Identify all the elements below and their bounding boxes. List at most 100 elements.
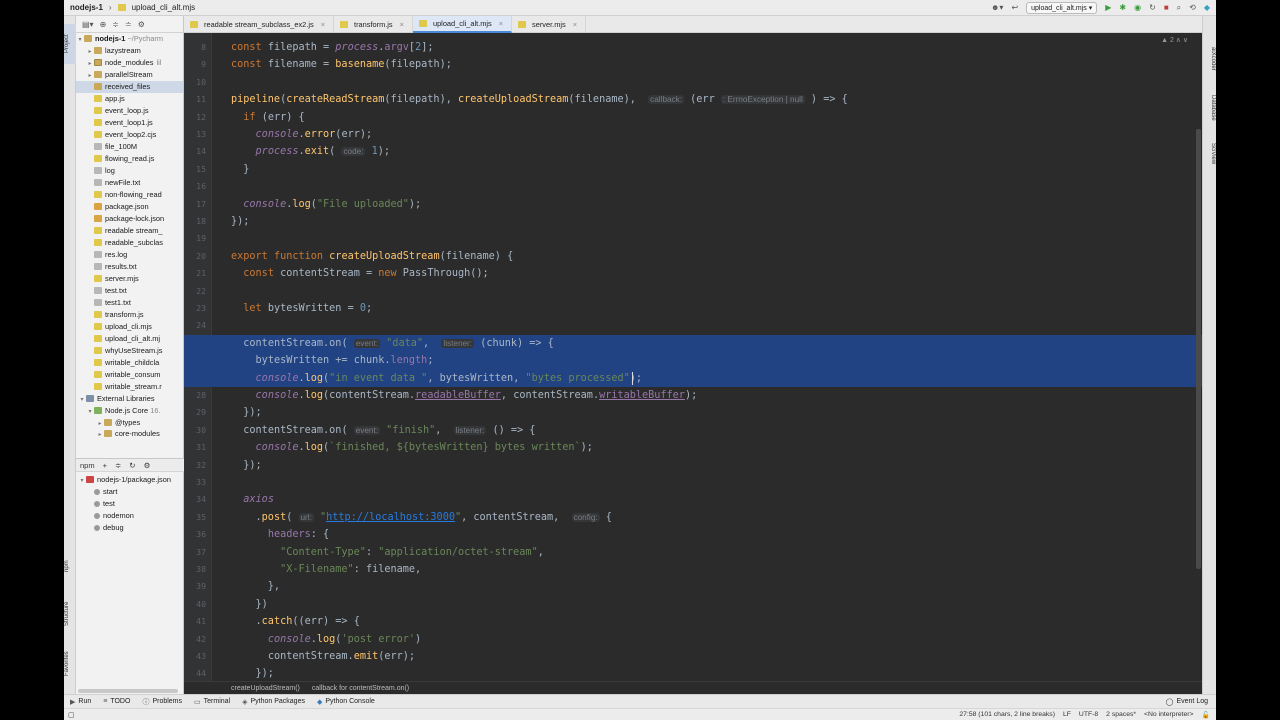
breadcrumb-file[interactable]: upload_cli_alt.mjs — [117, 3, 196, 12]
chevron-right-icon[interactable]: ▸ — [86, 58, 94, 69]
code-line[interactable]: }); — [184, 213, 1202, 230]
tool-tab-database[interactable]: Database — [1202, 88, 1216, 128]
tree-item[interactable]: ▸ node_modules lil — [76, 57, 183, 69]
tree-item[interactable]: results.txt — [76, 261, 183, 273]
tree-item[interactable]: package-lock.json — [76, 213, 183, 225]
collapse-all-icon[interactable]: ≑ — [115, 461, 121, 470]
tree-item[interactable]: file_100M — [76, 141, 183, 153]
code-line[interactable] — [184, 178, 1202, 195]
code-line[interactable]: bytesWritten += chunk.length; — [184, 352, 1202, 370]
code-line[interactable]: "X-Filename": filename, — [184, 561, 1202, 578]
tree-item[interactable]: upload_cli_alt.mj — [76, 333, 183, 345]
updates-icon[interactable]: ⟲ — [1189, 3, 1196, 12]
status-caret-position[interactable]: 27:58 (101 chars, 2 line breaks) — [959, 711, 1055, 718]
back-arrow-icon[interactable]: ↩ — [1011, 3, 1018, 12]
types-folder[interactable]: ▸ @types — [76, 417, 183, 429]
chevron-right-icon[interactable]: ▸ — [96, 430, 104, 437]
code-line[interactable]: } — [184, 161, 1202, 178]
tree-item[interactable]: event_loop.js — [76, 105, 183, 117]
code-line[interactable]: export function createUploadStream(filen… — [184, 248, 1202, 265]
run-config-select[interactable]: upload_cli_alt.mjs ▾ — [1026, 1, 1098, 14]
chevron-down-icon[interactable]: ▾ — [78, 475, 86, 486]
tool-python-packages[interactable]: ◈ Python Packages — [236, 698, 311, 706]
run-icon[interactable]: ▶ — [1105, 3, 1111, 12]
search-everywhere-icon[interactable]: ⌕ — [1177, 3, 1181, 13]
status-interpreter[interactable]: <No interpreter> — [1144, 711, 1194, 718]
close-icon[interactable]: × — [321, 16, 325, 33]
code-line[interactable]: const filepath = process.argv[2]; — [184, 39, 1202, 56]
npm-script[interactable]: debug — [76, 522, 184, 534]
code-line[interactable]: }, — [184, 578, 1202, 595]
code-line[interactable] — [184, 474, 1202, 491]
tree-item[interactable]: log — [76, 165, 183, 177]
tree-item[interactable]: res.log — [76, 249, 183, 261]
code-line[interactable]: "Content-Type": "application/octet-strea… — [184, 544, 1202, 561]
chevron-down-icon[interactable]: ▾ — [76, 34, 84, 45]
tool-tab-sciview[interactable]: SciView — [1202, 136, 1216, 172]
close-icon[interactable]: × — [400, 16, 404, 33]
tree-item[interactable]: readable_subclas — [76, 237, 183, 249]
tree-item[interactable]: package.json — [76, 201, 183, 213]
npm-script[interactable]: nodemon — [76, 510, 184, 522]
editor-tab[interactable]: upload_cli_alt.mjs × — [412, 16, 513, 33]
horizontal-scrollbar[interactable] — [78, 689, 178, 693]
breadcrumb-callback[interactable]: callback for contentStream.on() — [312, 685, 409, 692]
chevron-down-icon[interactable]: ▾ — [78, 394, 86, 405]
tool-tab-structure[interactable]: Structure — [64, 596, 76, 632]
code-line[interactable]: console.log("File uploaded"); — [184, 196, 1202, 213]
tool-tab-favorites[interactable]: Favorites — [64, 646, 76, 682]
code-line[interactable]: console.log(contentStream.readableBuffer… — [184, 387, 1202, 404]
project-name[interactable]: nodejs-1 — [70, 3, 103, 12]
code-line[interactable]: console.log('post error') — [184, 631, 1202, 648]
code-line[interactable]: console.log(`finished, ${bytesWritten} b… — [184, 439, 1202, 456]
stop-icon[interactable]: ■ — [1164, 3, 1169, 12]
tool-tab-aixcoder[interactable]: aiXcoder — [1202, 36, 1216, 82]
code-line[interactable]: pipeline(createReadStream(filepath), cre… — [184, 91, 1202, 108]
tree-item[interactable]: newFile.txt — [76, 177, 183, 189]
plugin-icon[interactable]: ◆ — [1204, 3, 1210, 12]
tree-item[interactable]: upload_cli.mjs — [76, 321, 183, 333]
debug-icon[interactable]: ✱ — [1119, 3, 1126, 12]
tree-item[interactable]: event_loop2.cjs — [76, 129, 183, 141]
tree-item[interactable]: writable_stream.r — [76, 381, 183, 393]
tool-python-console[interactable]: ◆ Python Console — [311, 698, 381, 706]
npm-script[interactable]: test — [76, 498, 184, 510]
editor-tab[interactable]: readable stream_subclass_ex2.js × — [184, 16, 335, 33]
code-line[interactable]: const filename = basename(filepath); — [184, 56, 1202, 73]
breadcrumb-file-label[interactable]: upload_cli_alt.mjs — [132, 3, 196, 12]
tree-item[interactable]: writable_childcla — [76, 357, 183, 369]
editor-tab[interactable]: transform.js × — [334, 16, 413, 33]
npm-package[interactable]: ▾ nodejs-1/package.json — [76, 474, 184, 486]
breadcrumb-function[interactable]: createUploadStream() — [231, 685, 300, 692]
code-line[interactable]: }); — [184, 457, 1202, 474]
tree-item[interactable]: whyUseStream.js — [76, 345, 183, 357]
code-line[interactable]: contentStream.emit(err); — [184, 648, 1202, 665]
code-line[interactable]: let bytesWritten = 0; — [184, 300, 1202, 317]
profile-icon[interactable]: ↻ — [1149, 3, 1156, 12]
code-line[interactable]: axios — [184, 491, 1202, 508]
tree-root[interactable]: ▾ nodejs-1 ~/Pycharm — [76, 33, 183, 45]
code-line[interactable] — [184, 317, 1202, 334]
tree-item[interactable]: received_files — [76, 81, 183, 93]
code-line[interactable]: headers: { — [184, 526, 1202, 543]
code-line[interactable]: if (err) { — [184, 109, 1202, 126]
chevron-right-icon[interactable]: ▸ — [96, 418, 104, 429]
lock-icon[interactable]: 🔓 — [1202, 711, 1210, 719]
tree-item[interactable]: non-flowing_read — [76, 189, 183, 201]
code-line[interactable]: }); — [184, 665, 1202, 681]
tree-item[interactable]: app.js — [76, 93, 183, 105]
npm-script[interactable]: start — [76, 486, 184, 498]
chevron-right-icon[interactable]: ▸ — [86, 46, 94, 57]
collapse-icon[interactable]: ≑ — [112, 20, 119, 29]
code-line[interactable]: const contentStream = new PassThrough(); — [184, 265, 1202, 282]
code-line[interactable]: }); — [184, 404, 1202, 421]
tool-tab-npm[interactable]: npm — [64, 556, 76, 576]
external-libraries[interactable]: ▾ External Libraries — [76, 393, 183, 405]
refresh-icon[interactable]: ↻ — [129, 461, 135, 470]
tree-item[interactable]: readable stream_ — [76, 225, 183, 237]
tool-tab-project[interactable]: Project — [64, 24, 76, 64]
tool-problems[interactable]: ⓘ Problems — [136, 697, 188, 707]
status-toggle-icon[interactable]: ▢ — [64, 711, 74, 719]
code-line[interactable]: .catch((err) => { — [184, 613, 1202, 630]
editor-tab[interactable]: server.mjs × — [512, 16, 587, 33]
